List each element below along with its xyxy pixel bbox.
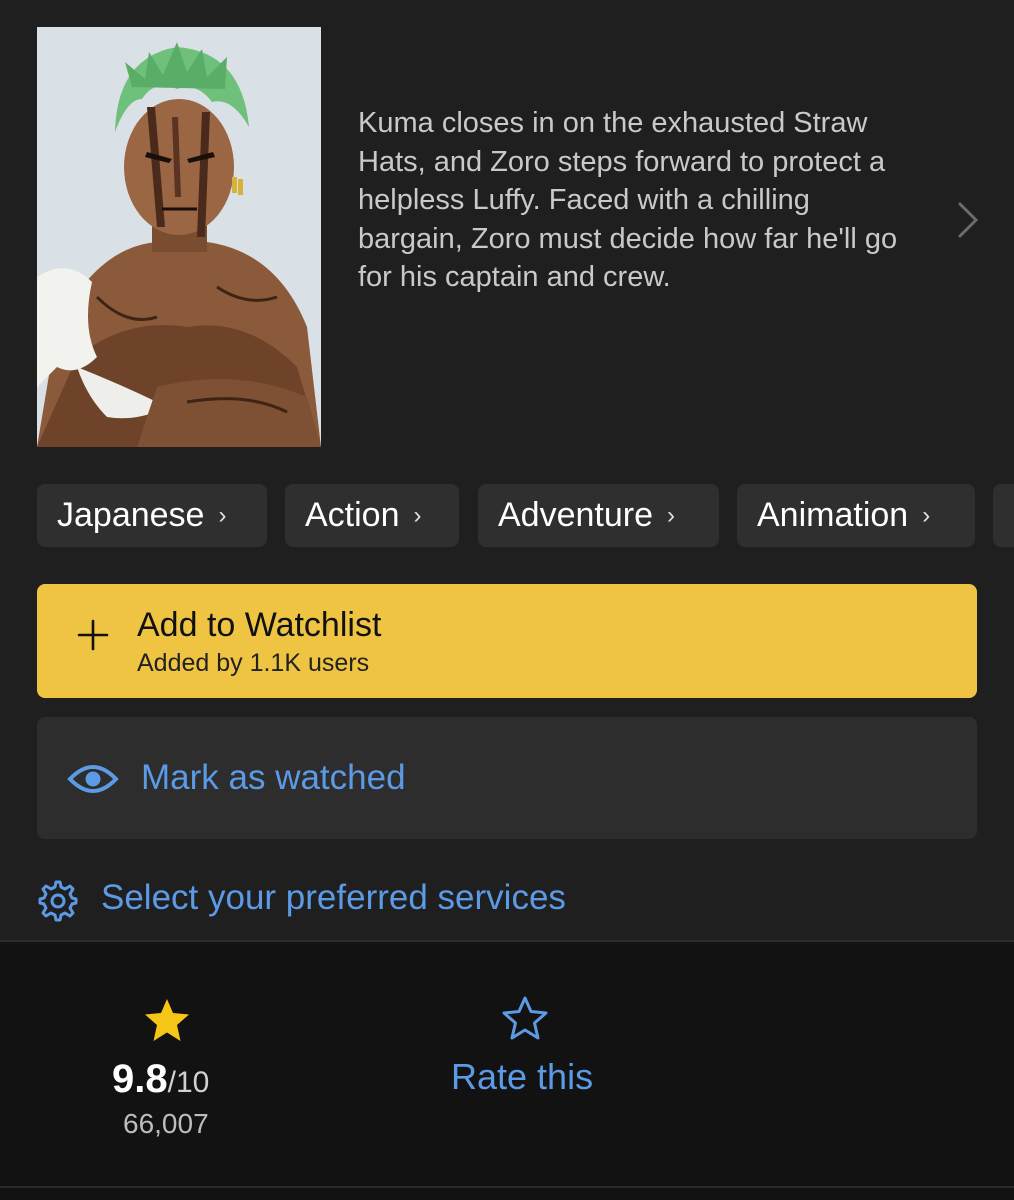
eye-icon: [67, 765, 119, 793]
preferred-services-label: Select your preferred services: [101, 878, 566, 917]
genre-chips: Japanese › Action › Adventure › Animatio…: [37, 484, 1014, 548]
imdb-rating: 9.8/10: [112, 1057, 209, 1102]
divider: [0, 1186, 1014, 1188]
genre-chip-label: Japanese: [57, 496, 205, 534]
genre-chip-label: Action: [305, 496, 400, 534]
genre-chip-adventure[interactable]: Adventure ›: [478, 484, 719, 547]
rating-count: 66,007: [123, 1108, 209, 1139]
rating-value: 9.8: [112, 1057, 168, 1101]
genre-chip-animation[interactable]: Animation ›: [737, 484, 975, 547]
watchlist-subtitle: Added by 1.1K users: [137, 649, 370, 677]
chevron-right-icon: ›: [413, 501, 422, 529]
genre-chip-label: Animation: [757, 496, 909, 534]
add-to-watchlist-button[interactable]: Add to Watchlist Added by 1.1K users: [37, 584, 977, 698]
genre-chip-japanese[interactable]: Japanese ›: [37, 484, 267, 547]
rating-max: /10: [167, 1066, 210, 1099]
ratings-section: 9.8/10 66,007 Rate this: [0, 942, 1014, 1200]
star-outline-icon[interactable]: [501, 995, 549, 1041]
plus-icon: [77, 619, 109, 651]
episode-synopsis: Kuma closes in on the exhausted Straw Ha…: [358, 107, 898, 293]
genre-chip-label: Adventure: [498, 496, 653, 534]
chevron-right-icon: ›: [218, 501, 227, 529]
rate-this-button[interactable]: Rate this: [451, 1056, 593, 1098]
mark-as-watched-button[interactable]: Mark as watched: [37, 717, 977, 839]
poster-image[interactable]: [37, 27, 321, 447]
star-filled-icon: [145, 999, 189, 1041]
chevron-right-icon[interactable]: [950, 198, 984, 242]
genre-chip-partial[interactable]: [993, 484, 1014, 547]
chevron-right-icon: ›: [922, 501, 931, 529]
genre-chip-action[interactable]: Action ›: [285, 484, 459, 547]
title-overview-section: Kuma closes in on the exhausted Straw Ha…: [0, 0, 1014, 940]
watchlist-title: Add to Watchlist: [137, 606, 382, 644]
chevron-right-icon: ›: [667, 501, 675, 529]
mark-as-watched-label: Mark as watched: [141, 758, 406, 797]
gear-icon: [38, 880, 78, 922]
poster-illustration: [37, 27, 321, 447]
